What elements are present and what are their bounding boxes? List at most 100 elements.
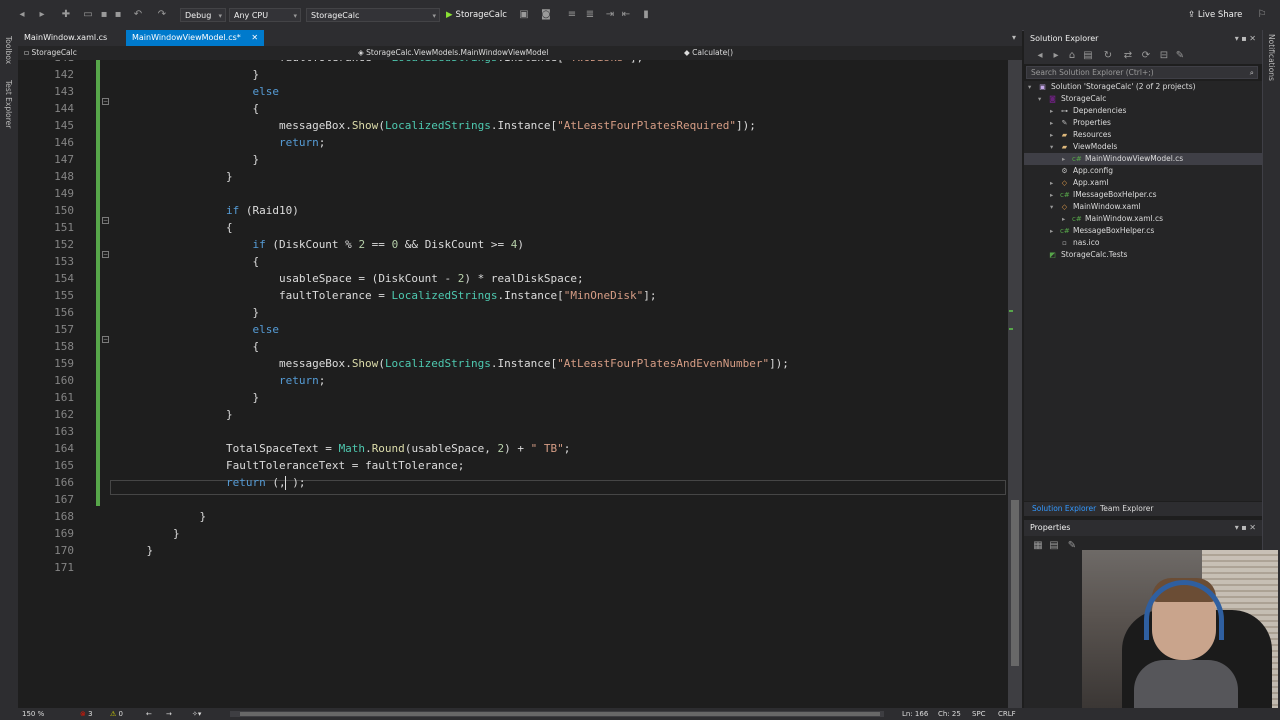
code-line[interactable]: 160 return; [18, 372, 1008, 389]
editor-vertical-scrollbar[interactable] [1008, 60, 1022, 708]
tree-item[interactable]: ▸ ▰ Resources [1024, 129, 1262, 141]
code-line[interactable]: 155 faultTolerance = LocalizedStrings.In… [18, 287, 1008, 304]
code-line[interactable]: 171 [18, 559, 1008, 576]
tree-item[interactable]: ◩ StorageCalc.Tests [1024, 249, 1262, 261]
whitespace-mode[interactable]: SPC [972, 708, 986, 720]
redo-icon[interactable]: ↷ [156, 9, 168, 21]
save-icon[interactable]: ▪ [98, 9, 110, 21]
warnings-count[interactable]: ⚠ 0 [110, 708, 123, 720]
close-icon[interactable]: ✕ [251, 33, 258, 42]
wrench-icon[interactable]: ✎ [1066, 540, 1078, 552]
code-line[interactable]: 157 else [18, 321, 1008, 338]
tree-item[interactable]: ▾ ◇ MainWindow.xaml [1024, 201, 1262, 213]
code-line[interactable]: 166 return (, ); [18, 474, 1008, 491]
save-all-icon[interactable]: ▪ [112, 9, 124, 21]
collapsed-arrow-icon[interactable]: ▸ [1062, 153, 1065, 165]
collapse-all-icon[interactable]: ⊟ [1158, 50, 1170, 62]
collapsed-arrow-icon[interactable]: ▸ [1050, 177, 1053, 189]
code-line[interactable]: 165 FaultToleranceText = faultTolerance; [18, 457, 1008, 474]
open-folder-icon[interactable]: ▭ [82, 9, 94, 21]
camera-icon[interactable]: ◙ [540, 9, 552, 21]
code-line[interactable]: 142 } [18, 66, 1008, 83]
notifications-tab[interactable]: Notifications [1267, 34, 1276, 81]
code-line[interactable]: 153 { [18, 253, 1008, 270]
code-line[interactable]: 162 } [18, 406, 1008, 423]
collapsed-arrow-icon[interactable]: ▸ [1062, 213, 1065, 225]
code-line[interactable]: 161 } [18, 389, 1008, 406]
startup-project-dropdown[interactable]: StorageCalc ▾ [306, 8, 440, 22]
back-icon[interactable]: ◂ [1034, 50, 1046, 62]
code-line[interactable]: 159 messageBox.Show(LocalizedStrings.Ins… [18, 355, 1008, 372]
undo-icon[interactable]: ↶ [132, 9, 144, 21]
expanded-arrow-icon[interactable]: ▾ [1050, 141, 1053, 153]
expanded-arrow-icon[interactable]: ▾ [1050, 201, 1053, 213]
tab-team-explorer[interactable]: Team Explorer [1094, 502, 1159, 516]
categorized-icon[interactable]: ▦ [1032, 540, 1044, 552]
window-controls-icon[interactable]: ▾ ▪ ✕ [1235, 30, 1256, 48]
scrollbar-thumb[interactable] [1011, 500, 1019, 666]
errors-count[interactable]: ⊗ 3 [80, 708, 93, 720]
code-line[interactable]: 156 } [18, 304, 1008, 321]
code-line[interactable]: 154 usableSpace = (DiskCount - 2) * real… [18, 270, 1008, 287]
code-line[interactable]: 164 TotalSpaceText = Math.Round(usableSp… [18, 440, 1008, 457]
collapsed-arrow-icon[interactable]: ▸ [1050, 105, 1053, 117]
tree-item[interactable]: ▾ ▰ ViewModels [1024, 141, 1262, 153]
nav-forward-icon[interactable]: → [166, 708, 172, 720]
live-share-button[interactable]: ⇪ Live Share [1188, 8, 1242, 22]
format-icon[interactable]: ≣ [584, 9, 596, 21]
line-ending-mode[interactable]: CRLF [998, 708, 1016, 720]
refresh-icon[interactable]: ⟳ [1140, 50, 1152, 62]
code-line[interactable]: 167 [18, 491, 1008, 508]
collapsed-arrow-icon[interactable]: ▸ [1050, 225, 1053, 237]
nav-project-dropdown[interactable]: ▫ StorageCalc [24, 46, 77, 60]
tree-item[interactable]: ▸ ✎ Properties [1024, 117, 1262, 129]
search-icon[interactable]: ⌕ [1250, 67, 1254, 78]
switch-views-icon[interactable]: ▤ [1082, 50, 1094, 62]
code-line[interactable]: 143 else [18, 83, 1008, 100]
code-line[interactable]: 168 } [18, 508, 1008, 525]
format-icon[interactable]: ≡ [566, 9, 578, 21]
scrollbar-thumb[interactable] [240, 712, 880, 716]
nav-type-dropdown[interactable]: ◈ StorageCalc.ViewModels.MainWindowViewM… [358, 46, 548, 60]
code-line[interactable]: 170 } [18, 542, 1008, 559]
home-icon[interactable]: ⌂ [1066, 50, 1078, 62]
platform-dropdown[interactable]: Any CPU ▾ [229, 8, 301, 22]
expanded-arrow-icon[interactable]: ▾ [1038, 93, 1041, 105]
back-icon[interactable]: ◂ [16, 9, 28, 21]
sync-icon[interactable]: ⇄ [1122, 50, 1134, 62]
test-explorer-tab[interactable]: Test Explorer [4, 80, 13, 128]
indent-icon[interactable]: ⇥ [604, 9, 616, 21]
code-line[interactable]: 150 if (Raid10) [18, 202, 1008, 219]
code-line[interactable]: 151 { [18, 219, 1008, 236]
collapsed-arrow-icon[interactable]: ▸ [1050, 117, 1053, 129]
tab-mainwindowviewmodel-cs[interactable]: MainWindowViewModel.cs* ✕ [126, 30, 265, 46]
code-line[interactable]: 158 { [18, 338, 1008, 355]
code-line[interactable]: 146 return; [18, 134, 1008, 151]
code-line[interactable]: 169 } [18, 525, 1008, 542]
alphabetical-icon[interactable]: ▤ [1048, 540, 1060, 552]
code-line[interactable]: 148 } [18, 168, 1008, 185]
tree-item[interactable]: ▸ c# MessageBoxHelper.cs [1024, 225, 1262, 237]
wrench-icon[interactable]: ✎ [1174, 50, 1186, 62]
toolbox-tab[interactable]: Toolbox [4, 36, 13, 64]
code-cleanup-icon[interactable]: ✧▾ [192, 708, 201, 720]
nav-back-icon[interactable]: ← [146, 708, 152, 720]
new-project-icon[interactable]: ✚ [60, 9, 72, 21]
start-debugging-button[interactable]: ▶ StorageCalc [446, 8, 507, 22]
code-line[interactable]: 145 messageBox.Show(LocalizedStrings.Ins… [18, 117, 1008, 134]
bookmark-icon[interactable]: ▮ [640, 9, 652, 21]
tree-item[interactable]: ▾ ▣ Solution 'StorageCalc' (2 of 2 project… [1024, 81, 1262, 93]
browser-link-icon[interactable]: ▣ [518, 9, 530, 21]
tree-item[interactable]: ▸ ⊶ Dependencies [1024, 105, 1262, 117]
tree-item[interactable]: ⚙ App.config [1024, 165, 1262, 177]
tab-overflow-icon[interactable]: ▾ [1012, 30, 1016, 46]
code-line[interactable]: 144 { [18, 100, 1008, 117]
collapsed-arrow-icon[interactable]: ▸ [1050, 189, 1053, 201]
code-editor[interactable]: − − − − 141 faultTolerance = LocalizedSt… [18, 60, 1008, 708]
tree-item[interactable]: ▫ nas.ico [1024, 237, 1262, 249]
forward-icon[interactable]: ▸ [1050, 50, 1062, 62]
code-line[interactable]: 147 } [18, 151, 1008, 168]
zoom-level[interactable]: 150 % [22, 708, 44, 720]
solution-config-dropdown[interactable]: Debug ▾ [180, 8, 226, 22]
window-controls-icon[interactable]: ▾ ▪ ✕ [1235, 520, 1256, 536]
